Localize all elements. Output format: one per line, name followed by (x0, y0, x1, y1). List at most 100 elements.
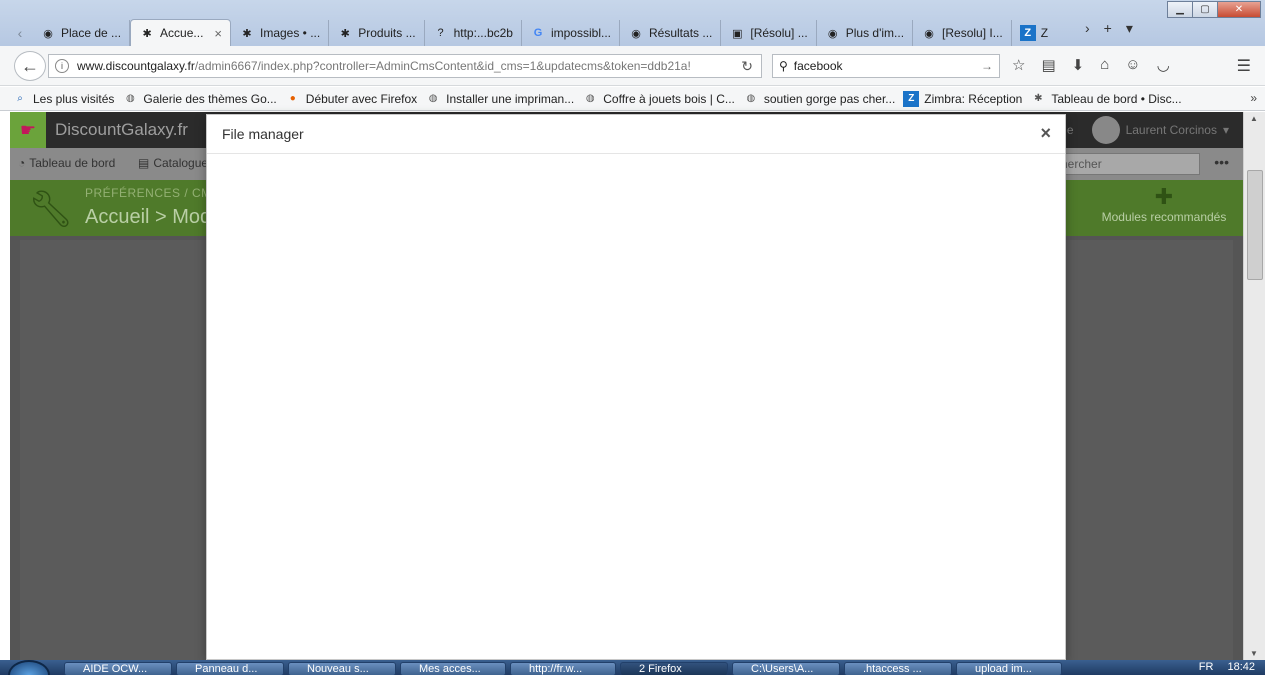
pocket-icon[interactable]: ◡ (1157, 56, 1170, 74)
recommended-modules-label: Modules recommandés (1101, 210, 1227, 224)
taskbar-item[interactable]: C:\Users\A... (732, 662, 840, 675)
bookmark-item[interactable]: ◍ Installer une impriman... (425, 91, 574, 107)
url-bar[interactable]: i www.discountgalaxy.fr/admin6667/index.… (48, 54, 762, 78)
navigation-toolbar: ← i www.discountgalaxy.fr/admin6667/inde… (0, 46, 1265, 86)
maximize-button[interactable]: ▢ (1192, 1, 1218, 18)
hand-pointer-icon[interactable]: ☛ (10, 112, 46, 148)
tab-label: http:...bc2b (453, 26, 513, 40)
tab-scroll-left-icon[interactable]: ‹ (8, 20, 32, 46)
clock[interactable]: 18:42 (1227, 661, 1255, 673)
hello-icon[interactable]: ☺ (1125, 56, 1140, 74)
ie-icon: ◉ (631, 27, 641, 40)
modal-title: File manager (222, 126, 304, 142)
bookmark-label: Zimbra: Réception (924, 91, 1023, 106)
taskbar-item[interactable]: Panneau d... (176, 662, 284, 675)
tab[interactable]: ✱ Images • ... (231, 20, 330, 46)
bookmarks-overflow-icon[interactable]: » (1250, 91, 1257, 105)
modal-close-button[interactable]: × (1040, 123, 1051, 144)
scroll-up-icon[interactable]: ▲ (1250, 114, 1258, 123)
bookmark-label: Installer une impriman... (446, 91, 575, 106)
bookmark-item[interactable]: ⌕ Les plus visités (12, 91, 114, 107)
tab-label: Place de ... (61, 26, 122, 40)
reload-icon[interactable]: ↻ (741, 58, 753, 75)
url-path: /admin6667/index.php?controller=AdminCms… (194, 59, 691, 73)
bookmark-label: Coffre à jouets bois | C... (603, 91, 735, 106)
taskbar-item[interactable]: Nouveau s... (288, 662, 396, 675)
new-tab-icon[interactable]: + (1104, 20, 1112, 37)
tab[interactable]: ◉ Résultats ... (620, 20, 722, 46)
tab-label: Produits ... (358, 26, 416, 40)
tab-scroll-right-icon[interactable]: › (1085, 20, 1090, 37)
shop-name[interactable]: DiscountGalaxy.fr (55, 120, 188, 140)
window-close-button[interactable]: ✕ (1217, 1, 1261, 18)
scroll-thumb[interactable] (1247, 170, 1263, 280)
bookmark-item[interactable]: ✱ Tableau de bord • Disc... (1030, 91, 1181, 107)
tab-active[interactable]: ✱ Accue... × (130, 19, 231, 46)
admin-search-input[interactable]: chercher (1050, 153, 1200, 175)
taskbar-item[interactable]: AIDE OCW... (64, 662, 172, 675)
recommended-modules-button[interactable]: ✚ Modules recommandés (1097, 184, 1231, 224)
start-button[interactable] (8, 660, 50, 675)
back-button[interactable]: ← (14, 51, 46, 81)
info-icon[interactable]: i (55, 59, 69, 73)
wrench-icon: 🔧︎ (28, 188, 74, 229)
tab[interactable]: ✱ Produits ... (329, 20, 425, 46)
taskbar-item-active[interactable]: 2 Firefox (620, 662, 728, 675)
system-tray: FR 18:42 (1199, 661, 1255, 673)
question-icon: ? (437, 27, 444, 39)
bookmark-item[interactable]: ◍ soutien gorge pas cher... (743, 91, 895, 107)
hamburger-menu-icon[interactable]: ☰ (1237, 56, 1251, 76)
taskbar-item[interactable]: Mes acces... (400, 662, 506, 675)
bee-icon: ✱ (242, 27, 252, 40)
tab[interactable]: ◉ [Resolu] I... (913, 20, 1012, 46)
menu-item-dashboard[interactable]: ◔ Tableau de bord (18, 156, 115, 170)
tab-tools: › + ▾ (1085, 20, 1133, 37)
tab-label: [Resolu] I... (942, 26, 1003, 40)
bee-icon: ✱ (1034, 93, 1043, 104)
toolbar-icons: ☆ ▤ ⬇ ⌂ ☺ ◡ (1012, 56, 1170, 74)
home-icon[interactable]: ⌂ (1100, 56, 1109, 74)
search-input[interactable] (793, 59, 974, 73)
reading-list-icon[interactable]: ▤ (1041, 56, 1055, 74)
zimbra-icon: Z (903, 90, 920, 107)
most-visited-icon: ⌕ (17, 93, 23, 104)
taskbar-item[interactable]: upload im... (956, 662, 1062, 675)
tab[interactable]: ◉ Place de ... (32, 20, 131, 46)
tab-label: Images • ... (260, 26, 321, 40)
more-dots-icon[interactable]: ••• (1214, 154, 1229, 170)
scroll-down-icon[interactable]: ▼ (1250, 649, 1258, 658)
header-link-fragment[interactable]: e (1067, 123, 1074, 137)
taskbar-item[interactable]: http://fr.w... (510, 662, 616, 675)
tab-close-icon[interactable]: × (214, 26, 222, 41)
bookmark-item[interactable]: ● Débuter avec Firefox (285, 91, 417, 107)
puzzle-icon: ✚ (1154, 184, 1174, 209)
modal-header: File manager × (207, 115, 1065, 154)
book-icon: ▤ (138, 156, 150, 170)
bookmark-item[interactable]: Z Zimbra: Réception (903, 90, 1023, 107)
tab[interactable]: G impossibl... (522, 20, 620, 46)
user-menu[interactable]: e Laurent Corcinos ▾ (1067, 116, 1229, 144)
minimize-button[interactable]: ▁ (1167, 1, 1193, 18)
taskbar-item[interactable]: .htaccess ... (844, 662, 952, 675)
tab[interactable]: ◉ Plus d'im... (817, 20, 914, 46)
bookmark-item[interactable]: ◍ Galerie des thèmes Go... (122, 91, 277, 107)
bookmark-item[interactable]: ◍ Coffre à jouets bois | C... (582, 91, 735, 107)
tab-label: [Résolu] ... (750, 26, 808, 40)
search-bar[interactable]: ⚲ → (772, 54, 1000, 78)
avatar (1091, 116, 1120, 144)
globe-icon: ◍ (585, 93, 595, 104)
breadcrumb[interactable]: PRÉFÉRENCES / CM (85, 186, 212, 200)
search-go-icon[interactable]: → (981, 59, 993, 73)
menu-item-catalog[interactable]: ▤ Catalogue (138, 156, 208, 170)
tab[interactable]: ? http:...bc2b (425, 20, 522, 46)
tab[interactable]: Z Z (1012, 20, 1056, 46)
download-icon[interactable]: ⬇ (1072, 56, 1085, 74)
arrow-left-icon: ← (21, 55, 39, 76)
tab[interactable]: ▣ [Résolu] ... (721, 20, 817, 46)
caret-down-icon: ▾ (1222, 123, 1229, 137)
tab-list-dropdown-icon[interactable]: ▾ (1126, 20, 1133, 37)
language-indicator[interactable]: FR (1199, 661, 1214, 673)
bookmark-star-icon[interactable]: ☆ (1012, 56, 1025, 74)
page-scrollbar[interactable]: ▲ ▼ (1243, 112, 1265, 660)
ie-icon: ◉ (43, 27, 53, 40)
